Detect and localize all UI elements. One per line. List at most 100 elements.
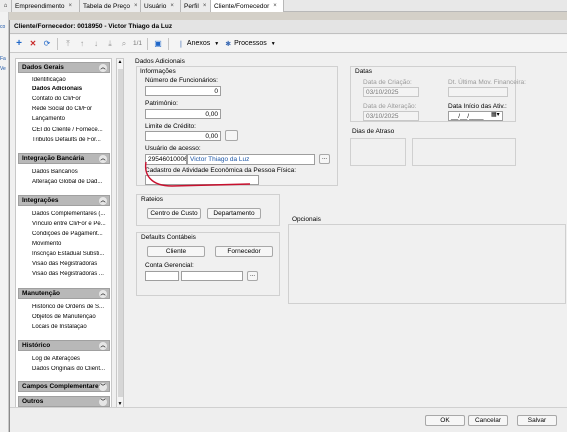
client-supplier-window: Cliente/Fornecedor: 0018950 - Victor Thi… <box>9 20 567 432</box>
chevron-up-icon[interactable]: ︿ <box>99 197 107 205</box>
sidebar-item[interactable]: CEI do Cliente / Fornece... <box>32 127 110 133</box>
sidebar-section-outros[interactable]: Outros ﹀ <box>18 396 110 407</box>
credit-limit-field[interactable]: 0,00 <box>145 131 221 141</box>
chevron-up-icon[interactable]: ︿ <box>99 64 107 72</box>
supplier-button[interactable]: Fornecedor <box>215 246 273 257</box>
activity-start-label: Data Início das Ativ.: <box>448 103 507 110</box>
chevron-up-icon[interactable]: ︿ <box>99 342 107 350</box>
view-icon[interactable]: ▣ <box>151 37 165 51</box>
panel-title: Dados Adicionais <box>135 58 185 65</box>
tab-cliente-fornecedor[interactable]: Cliente/Fornecedor × <box>211 0 284 12</box>
sidebar-item[interactable]: Objetos de Manutenção <box>32 314 110 320</box>
sidebar-item[interactable]: Dados Complementares (... <box>32 211 110 217</box>
attachments-menu[interactable]: ❘ Anexos ▼ <box>178 40 219 48</box>
ok-button[interactable]: OK <box>425 415 465 426</box>
window-title: Cliente/Fornecedor: 0018950 - Victor Thi… <box>10 20 567 34</box>
credit-limit-button[interactable] <box>225 130 238 141</box>
sidebar-section-campos-complementares[interactable]: Campos Complementares ﹀ <box>18 381 110 392</box>
refresh-icon[interactable]: ⟳ <box>40 37 54 51</box>
search-icon[interactable]: ⌕ <box>117 37 131 51</box>
calendar-dropdown-icon[interactable]: ▦▾ <box>491 111 500 118</box>
previous-record-icon[interactable]: ↑ <box>75 37 89 51</box>
managerial-account-name-field <box>181 271 243 281</box>
managerial-account-lookup-button[interactable]: ... <box>247 271 258 281</box>
dates-group: Datas Data de Criação: 03/10/2025 Dt. Úl… <box>350 66 526 122</box>
sidebar-item[interactable]: Lançamento <box>32 116 110 122</box>
sidebar-item[interactable]: Log de Alterações <box>32 356 110 362</box>
sidebar-item[interactable]: Movimento <box>32 241 110 247</box>
department-button[interactable]: Departamento <box>207 208 261 219</box>
chevron-down-icon[interactable]: ﹀ <box>99 383 107 391</box>
sidebar-item[interactable]: Rede Social do Cli/For <box>32 106 110 112</box>
tab-usuario[interactable]: Usuário × <box>141 0 181 12</box>
tab-label: Cliente/Fornecedor <box>214 2 270 10</box>
left-strip-text[interactable]: Fa <box>0 56 6 62</box>
sidebar-item[interactable]: Tributos Defaults de For... <box>32 137 110 143</box>
sidebar-section-manutencao[interactable]: Manutenção ︿ <box>18 288 110 299</box>
first-record-icon[interactable]: ⤒ <box>61 37 75 51</box>
sidebar-item-selected[interactable]: Dados Adicionais <box>32 86 110 92</box>
sidebar-item[interactable]: Histórico de Ordens de S... <box>32 304 110 310</box>
managerial-account-code-field[interactable] <box>145 271 179 281</box>
tab-label: Tabela de Preço <box>83 2 130 10</box>
tab-home[interactable]: ⌂ <box>0 0 12 12</box>
sidebar-item[interactable]: Visão das Registradoras ... <box>32 271 110 277</box>
creation-date-label: Data de Criação: <box>363 79 412 86</box>
close-icon[interactable]: × <box>273 3 277 9</box>
save-button[interactable]: Salvar <box>517 415 557 426</box>
client-button[interactable]: Cliente <box>147 246 205 257</box>
processes-menu[interactable]: ✱ Processos ▼ <box>225 40 276 48</box>
tab-empreendimento[interactable]: Empreendimento × <box>12 0 80 12</box>
section-title: Manutenção <box>22 290 60 297</box>
sidebar-item[interactable]: Vínculo entre Cli/For e Pe... <box>32 221 110 227</box>
dates-group-title: Datas <box>355 68 372 75</box>
cancel-button[interactable]: Cancelar <box>468 415 508 426</box>
sidebar-item[interactable]: Locais de Instalação <box>32 324 110 330</box>
red-annotation-mark <box>144 161 251 187</box>
close-icon[interactable]: × <box>134 3 138 9</box>
alteration-date-label: Data de Alteração: <box>363 103 417 110</box>
user-access-lookup-button[interactable]: ... <box>319 154 330 164</box>
tab-tabela-de-preco[interactable]: Tabela de Preço × <box>80 0 141 12</box>
delay-days-detail-box <box>412 138 516 166</box>
close-icon[interactable]: × <box>203 3 207 9</box>
add-icon[interactable]: + <box>12 37 26 51</box>
scrollbar-thumb[interactable] <box>118 69 123 397</box>
sidebar-item[interactable]: Contato do Cli/For <box>32 96 110 102</box>
num-employees-label: Número de Funcionários: <box>145 77 218 84</box>
tab-perfil[interactable]: Perfil × <box>181 0 211 12</box>
left-panel-strip: co Fa Ve <box>0 12 9 432</box>
sidebar-item[interactable]: Condições de Pagament... <box>32 231 110 237</box>
sidebar-item[interactable]: Visão das Registradoras <box>32 261 110 267</box>
chevron-up-icon[interactable]: ︿ <box>99 155 107 163</box>
chevron-up-icon[interactable]: ︿ <box>99 290 107 298</box>
section-title: Dados Gerais <box>22 64 64 71</box>
cost-center-button[interactable]: Centro de Custo <box>147 208 201 219</box>
next-record-icon[interactable]: ↓ <box>89 37 103 51</box>
attachments-label: Anexos <box>186 40 211 47</box>
sidebar-section-historico[interactable]: Histórico ︿ <box>18 340 110 351</box>
sidebar-item[interactable]: Dados Bancários <box>32 169 110 175</box>
toolbar: + ✕ ⟳ ⤒ ↑ ↓ ⤓ ⌕ 1/1 ▣ ❘ Anexos ▼ ✱ Proce… <box>10 35 567 53</box>
left-strip-text[interactable]: co <box>0 24 5 30</box>
sidebar-section-integracao-bancaria[interactable]: Integração Bancária ︿ <box>18 153 110 164</box>
patrimony-field[interactable]: 0,00 <box>145 109 221 119</box>
sidebar-scrollbar[interactable]: ▲ ▼ <box>116 58 124 408</box>
sidebar-section-integracoes[interactable]: Integrações ︿ <box>18 195 110 206</box>
creation-date-field: 03/10/2025 <box>363 87 419 97</box>
chevron-down-icon[interactable]: ﹀ <box>99 398 107 406</box>
sidebar-section-dados-gerais[interactable]: Dados Gerais ︿ <box>18 62 110 73</box>
close-icon[interactable]: × <box>170 3 174 9</box>
left-strip-text[interactable]: Ve <box>0 66 6 72</box>
sidebar-item[interactable]: Identificação <box>32 77 110 83</box>
scroll-up-icon[interactable]: ▲ <box>117 59 123 65</box>
sidebar-item[interactable]: Dados Originais do Client... <box>32 366 110 372</box>
last-record-icon[interactable]: ⤓ <box>103 37 117 51</box>
close-icon[interactable]: × <box>69 3 73 9</box>
num-employees-field[interactable]: 0 <box>145 86 221 96</box>
delete-icon[interactable]: ✕ <box>26 37 40 51</box>
delay-days-box <box>350 138 406 166</box>
sidebar-item[interactable]: Alteração Global de Dad... <box>32 179 110 185</box>
user-access-label: Usuário de acesso: <box>145 145 201 152</box>
sidebar-item[interactable]: Inscrição Estadual Substi... <box>32 251 110 257</box>
